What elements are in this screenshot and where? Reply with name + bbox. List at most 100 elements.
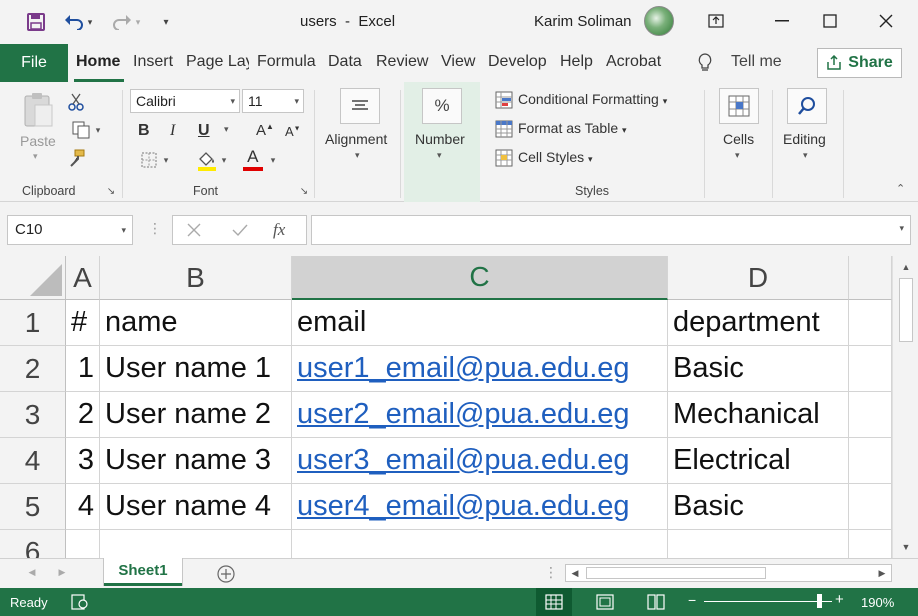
cell-b4[interactable]: User name 3 [100,438,292,484]
tab-developer[interactable]: Develop [488,53,550,71]
cell-a5[interactable]: 4 [66,484,100,530]
cell-e3[interactable] [849,392,892,438]
minimize-icon[interactable] [760,6,804,36]
paste-icon[interactable] [20,90,56,130]
next-sheet-icon[interactable]: ▶ [56,565,68,579]
cell-styles-button[interactable]: Cell Styles ▾ [518,149,593,165]
cell-d2[interactable]: Basic [668,346,849,392]
cell-b6[interactable] [100,530,292,558]
conditional-formatting-icon[interactable] [494,90,514,110]
cell-a2[interactable]: 1 [66,346,100,392]
row-header-4[interactable]: 4 [0,438,66,484]
column-header-b[interactable]: B [100,256,292,300]
share-button[interactable]: Share [817,48,902,78]
column-header-d[interactable]: D [668,256,849,300]
cell-c4-email-link[interactable]: user3_email@pua.edu.eg [292,438,668,484]
cells-button[interactable]: Cells [723,131,754,147]
number-dropdown-icon[interactable]: ▾ [437,150,442,161]
lightbulb-icon[interactable] [694,51,716,75]
cell-e4[interactable] [849,438,892,484]
cell-b1[interactable]: name [100,300,292,346]
editing-search-icon[interactable] [787,88,827,124]
copy-icon[interactable]: ▾ [66,120,106,140]
alignment-icon[interactable] [340,88,380,124]
zoom-slider-track[interactable] [704,601,832,602]
clipboard-launcher-icon[interactable]: ↘ [105,185,117,197]
format-as-table-button[interactable]: Format as Table ▾ [518,120,627,136]
undo-icon[interactable]: ▾ [60,10,96,34]
tab-formulas[interactable]: Formula [257,53,319,71]
cut-icon[interactable] [66,92,86,112]
paste-button[interactable]: Paste [20,133,56,149]
insert-function-button[interactable]: fx [273,220,285,240]
format-as-table-icon[interactable] [494,119,514,139]
row-header-6[interactable]: 6 [0,530,66,558]
cell-c1[interactable]: email [292,300,668,346]
tab-home[interactable]: Home [76,53,120,71]
cell-a1[interactable]: # [66,300,100,346]
page-layout-view-icon[interactable] [587,588,623,616]
tab-split-grip-icon[interactable]: ⋮ [544,564,558,581]
cell-e6[interactable] [849,530,892,558]
cell-a3[interactable]: 2 [66,392,100,438]
tab-insert[interactable]: Insert [133,53,173,71]
cell-styles-icon[interactable] [494,148,514,168]
format-painter-icon[interactable] [66,148,86,168]
font-family-select[interactable]: Calibri ▾ [130,89,240,113]
cell-e5[interactable] [849,484,892,530]
cell-d3[interactable]: Mechanical [668,392,849,438]
borders-icon[interactable]: ▾ [134,150,174,170]
number-button[interactable]: Number [415,131,465,147]
previous-sheet-icon[interactable]: ◀ [26,565,38,579]
cell-d1[interactable]: department [668,300,849,346]
cell-b5[interactable]: User name 4 [100,484,292,530]
column-header-a[interactable]: A [66,256,100,300]
font-launcher-icon[interactable]: ↘ [298,185,310,197]
tab-data[interactable]: Data [328,53,362,71]
conditional-formatting-button[interactable]: Conditional Formatting ▾ [518,91,667,107]
editing-button[interactable]: Editing [783,131,826,147]
cell-b2[interactable]: User name 1 [100,346,292,392]
cell-a6[interactable] [66,530,100,558]
tab-view[interactable]: View [441,53,475,71]
customize-qat-icon[interactable]: ▾ [156,10,176,34]
page-break-preview-icon[interactable] [638,588,674,616]
tab-page-layout[interactable]: Page Lay [186,53,249,71]
cell-b3[interactable]: User name 2 [100,392,292,438]
cell-e2[interactable] [849,346,892,392]
horizontal-scrollbar[interactable]: ◀ ▶ [565,564,892,582]
confirm-entry-icon[interactable] [229,220,251,240]
maximize-icon[interactable] [808,6,852,36]
cell-d5[interactable]: Basic [668,484,849,530]
cell-e1[interactable] [849,300,892,346]
cell-a4[interactable]: 3 [66,438,100,484]
column-header-e[interactable] [849,256,892,300]
cell-c3-email-link[interactable]: user2_email@pua.edu.eg [292,392,668,438]
increase-font-size-button[interactable]: A▲ [256,122,274,139]
fill-color-icon[interactable]: ▾ [190,148,232,172]
new-sheet-icon[interactable] [216,564,236,584]
cells-dropdown-icon[interactable]: ▾ [735,150,740,161]
collapse-ribbon-icon[interactable]: ⌃ [896,182,905,195]
percent-icon[interactable]: % [422,88,462,124]
sheet-tab-sheet1[interactable]: Sheet1 [104,558,182,586]
vertical-scroll-thumb[interactable] [899,278,913,342]
underline-dropdown-icon[interactable]: ▾ [224,124,229,135]
zoom-slider-thumb[interactable] [817,594,822,608]
zoom-out-button[interactable]: − [688,592,696,608]
font-color-icon[interactable]: A ▾ [238,148,280,172]
font-size-select[interactable]: 11 ▾ [242,89,304,113]
tab-file[interactable]: File [0,44,68,82]
decrease-font-size-button[interactable]: A▼ [285,124,301,139]
cell-c6[interactable] [292,530,668,558]
avatar[interactable] [644,6,674,36]
tab-help[interactable]: Help [560,53,593,71]
redo-icon[interactable]: ▾ [108,10,144,34]
bold-button[interactable]: B [138,122,150,140]
paste-dropdown-icon[interactable]: ▾ [33,151,38,162]
alignment-dropdown-icon[interactable]: ▾ [355,150,360,161]
cell-d4[interactable]: Electrical [668,438,849,484]
cell-c2-email-link[interactable]: user1_email@pua.edu.eg [292,346,668,392]
row-header-2[interactable]: 2 [0,346,66,392]
underline-button[interactable]: U [198,122,210,140]
